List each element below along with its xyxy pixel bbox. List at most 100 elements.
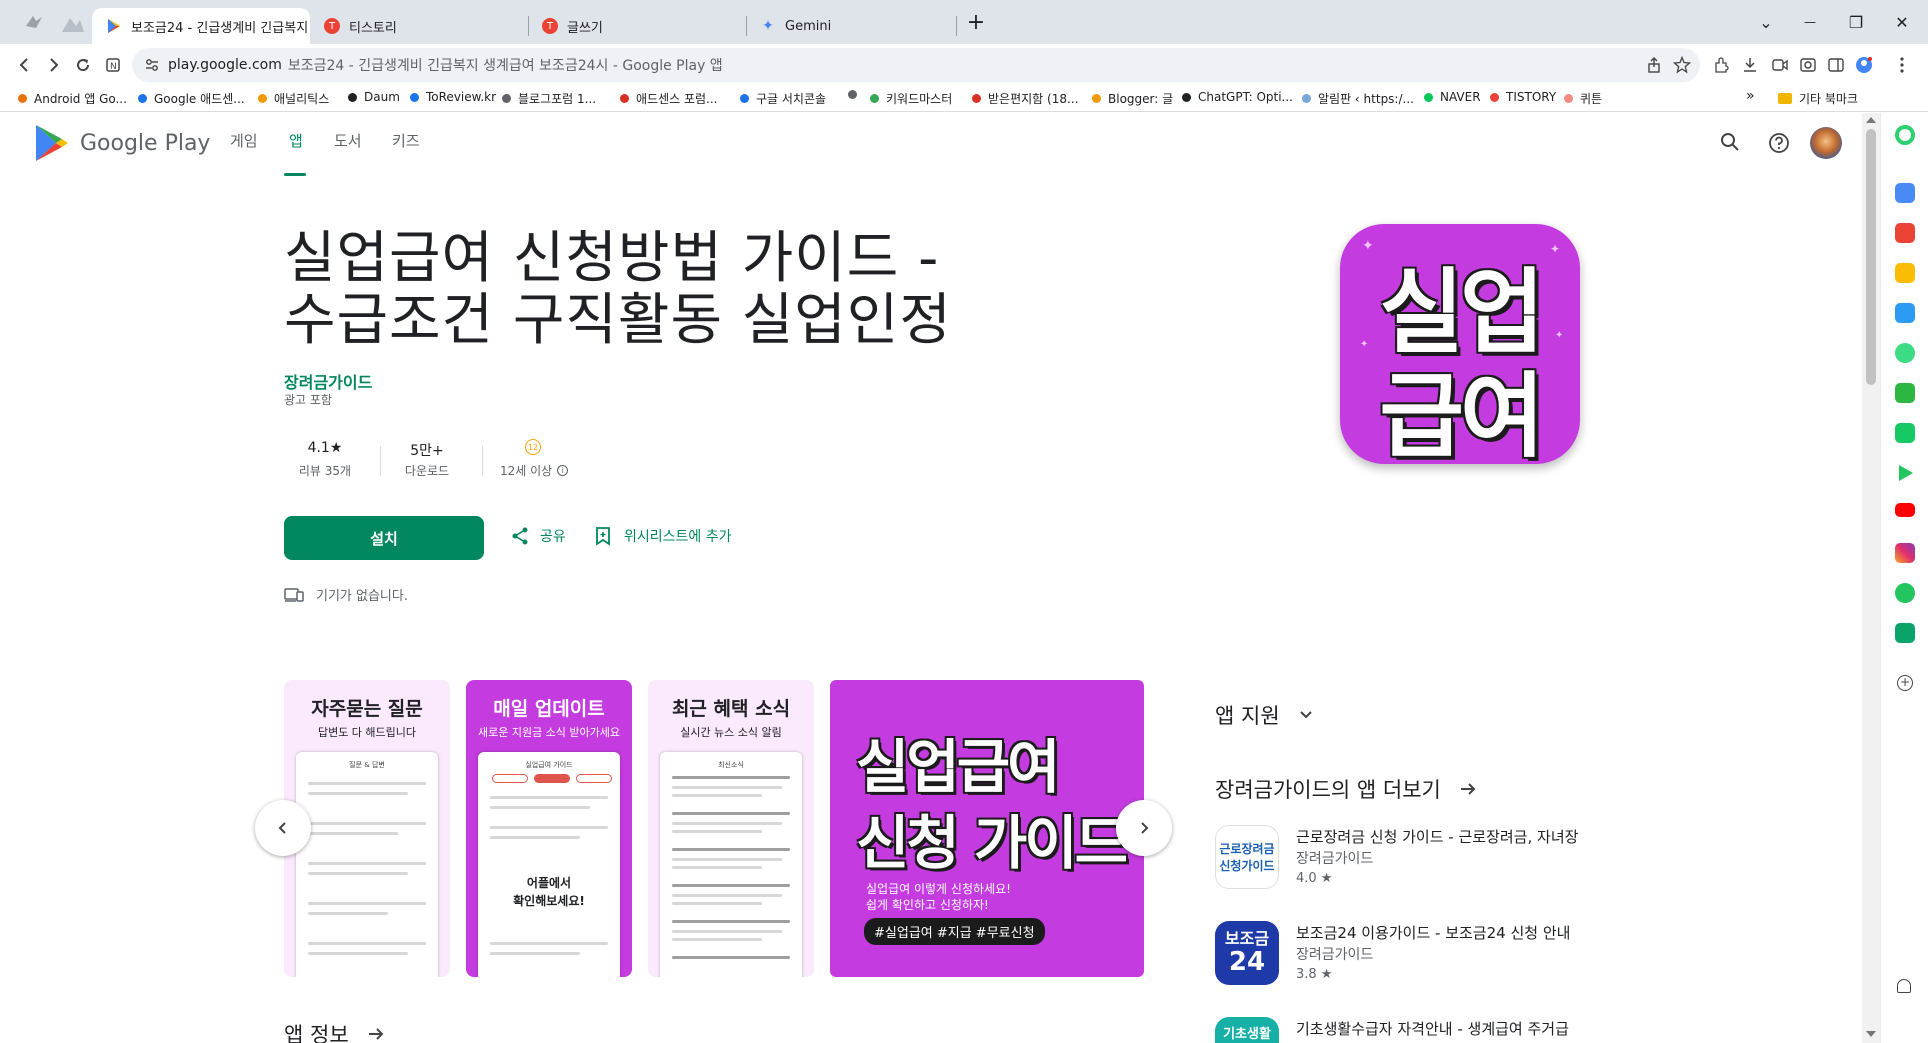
bookmark-item[interactable]: 애드센스 포럼...	[620, 90, 718, 107]
tab-write[interactable]: T 글쓰기	[528, 8, 746, 44]
side-app-icon[interactable]	[1895, 543, 1915, 563]
bookmark-favicon-icon	[870, 94, 879, 103]
more-menu-icon[interactable]	[1892, 55, 1912, 75]
profile-icon[interactable]	[1854, 55, 1874, 75]
google-play-wordmark: Google Play	[80, 130, 211, 156]
video-icon[interactable]	[1770, 55, 1790, 75]
back-button[interactable]	[10, 50, 40, 80]
account-avatar[interactable]	[1810, 127, 1842, 159]
tab-gemini[interactable]: ✦ Gemini	[746, 8, 964, 44]
side-app-icon[interactable]	[1895, 383, 1915, 403]
new-tab-button[interactable]: +	[958, 8, 994, 36]
bookmark-favicon-icon	[258, 94, 267, 103]
bookmark-item[interactable]: TISTORY	[1490, 90, 1556, 104]
add-side-app-icon[interactable]: +	[1897, 675, 1913, 691]
search-icon[interactable]	[1720, 132, 1740, 156]
bookmark-item[interactable]: Android 앱 Go...	[18, 90, 127, 107]
share-button[interactable]: 공유	[510, 526, 566, 546]
bookmark-favicon-icon	[348, 92, 357, 102]
related-app-developer: 장려금가이드	[1296, 947, 1374, 963]
bookmark-item[interactable]: Daum	[348, 90, 400, 104]
related-app-name[interactable]: 보조금24 이용가이드 - 보조금24 신청 안내	[1296, 922, 1586, 943]
related-app-name[interactable]: 근로장려금 신청 가이드 - 근로장려금, 자녀장	[1296, 826, 1586, 847]
side-app-icon[interactable]	[1895, 423, 1915, 443]
side-app-icon[interactable]	[1895, 303, 1915, 323]
side-app-icon[interactable]	[1895, 263, 1915, 283]
bookmark-item[interactable]: Blogger: 글	[1092, 90, 1173, 107]
download-icon[interactable]	[1740, 55, 1760, 75]
side-app-icon[interactable]	[1895, 223, 1915, 243]
bookmark-item[interactable]: 알림판 ‹ https:/...	[1302, 90, 1414, 107]
other-bookmarks-folder[interactable]: 기타 북마크	[1778, 90, 1858, 107]
address-bar[interactable]: play.google.com 보조금24 - 긴급생계비 긴급복지 생계급여 …	[132, 48, 1700, 82]
tab-tistory[interactable]: T 티스토리	[310, 8, 528, 44]
app-support-heading[interactable]: 앱 지원	[1215, 700, 1314, 730]
bookmark-item[interactable]	[848, 90, 864, 99]
page-scrollbar[interactable]	[1862, 113, 1880, 1043]
nav-games[interactable]: 게임	[230, 130, 258, 151]
side-app-icon[interactable]	[1895, 583, 1915, 603]
bookmark-item[interactable]: Google 애드센...	[138, 90, 245, 107]
site-extension-button[interactable]: N	[98, 50, 128, 80]
tab-title: 보조금24 - 긴급생계비 긴급복지	[131, 20, 307, 36]
site-info-icon[interactable]	[144, 57, 160, 73]
forward-button[interactable]	[38, 50, 68, 80]
restore-button[interactable]: ❐	[1838, 8, 1874, 36]
help-icon[interactable]	[1768, 132, 1790, 158]
minimize-button[interactable]: —	[1792, 8, 1828, 36]
extensions-icon[interactable]	[1712, 55, 1732, 75]
tab-bojogeum24[interactable]: 보조금24 - 긴급생계비 긴급복지	[92, 8, 310, 44]
bookmark-item[interactable]: ChatGPT: Opti...	[1182, 90, 1293, 104]
tab-pinned[interactable]	[60, 12, 86, 34]
tistory-favicon-icon: T	[542, 18, 558, 34]
screenshot-banner[interactable]: 실업급여 신청 가이드 실업급여 이렇게 신청하세요! 쉽게 확인하고 신청하자…	[830, 680, 1144, 977]
age-rating-badge-icon: 12	[525, 439, 541, 455]
bookmark-item[interactable]: 애널리틱스	[258, 90, 329, 107]
tab-search-icon[interactable]	[24, 12, 44, 32]
side-panel-icon[interactable]	[1826, 55, 1846, 75]
bookmark-item[interactable]: NAVER	[1424, 90, 1481, 104]
scrollbar-thumb[interactable]	[1866, 129, 1876, 385]
reload-button[interactable]	[68, 50, 98, 80]
screenshot-icon[interactable]	[1798, 55, 1818, 75]
side-app-icon[interactable]	[1895, 503, 1915, 517]
developer-link[interactable]: 장려금가이드	[284, 369, 372, 393]
screenshot-latest-news[interactable]: 최근 혜택 소식 실시간 뉴스 소식 알림 최신소식	[648, 680, 814, 977]
more-from-developer-heading[interactable]: 장려금가이드의 앱 더보기	[1215, 774, 1477, 804]
close-window-button[interactable]: ✕	[1884, 8, 1920, 36]
side-app-icon[interactable]	[1899, 465, 1913, 481]
bookmark-item[interactable]: 받은편지함 (18...	[972, 90, 1078, 107]
related-app-icon[interactable]: 보조금 24	[1215, 921, 1279, 985]
bookmark-item[interactable]: 퀴튼	[1564, 90, 1602, 107]
nav-books[interactable]: 도서	[334, 130, 362, 151]
share-page-icon[interactable]	[1644, 55, 1664, 75]
google-play-logo[interactable]: Google Play	[34, 123, 210, 163]
side-app-icon[interactable]	[1895, 623, 1915, 643]
bookmark-item[interactable]: ToReview.kr	[410, 90, 496, 104]
side-app-icon[interactable]	[1895, 125, 1915, 145]
bookmark-favicon-icon	[848, 90, 857, 99]
carousel-next-button[interactable]	[1116, 800, 1172, 856]
bookmark-item[interactable]: 키워드마스터	[870, 90, 952, 107]
related-app-name[interactable]: 기초생활수급자 자격안내 - 생계급여 주거급	[1296, 1018, 1586, 1039]
carousel-prev-button[interactable]	[255, 800, 311, 856]
side-app-icon[interactable]	[1895, 343, 1915, 363]
tab-list-button[interactable]: ⌄	[1748, 8, 1784, 36]
bookmark-star-icon[interactable]	[1672, 55, 1692, 75]
app-info-heading[interactable]: 앱 정보	[284, 1019, 385, 1043]
wishlist-button[interactable]: 위시리스트에 추가	[594, 526, 732, 546]
nav-apps[interactable]: 앱	[289, 130, 303, 151]
related-app-icon[interactable]: 근로장려금 신청가이드	[1215, 825, 1279, 889]
age-rating-label[interactable]: 12세 이상 i	[500, 462, 569, 479]
notification-bell-icon[interactable]	[1897, 979, 1911, 993]
screenshot-daily-update[interactable]: 매일 업데이트 새로운 지원금 소식 받아가세요 실업급여 가이드 어플에서 확…	[466, 680, 632, 977]
related-app-icon[interactable]: 기초생활	[1215, 1017, 1279, 1043]
bookmark-item[interactable]: 구글 서치콘솔	[740, 90, 826, 107]
rating-label[interactable]: 리뷰 35개	[280, 462, 370, 479]
nav-kids[interactable]: 키즈	[392, 130, 420, 151]
install-button[interactable]: 설치	[284, 516, 484, 560]
bookmarks-overflow-button[interactable]: »	[1746, 88, 1755, 104]
side-app-icon[interactable]	[1895, 183, 1915, 203]
bookmark-item[interactable]: 블로그포럼 1...	[502, 90, 596, 107]
arrow-right-icon	[1460, 783, 1476, 795]
